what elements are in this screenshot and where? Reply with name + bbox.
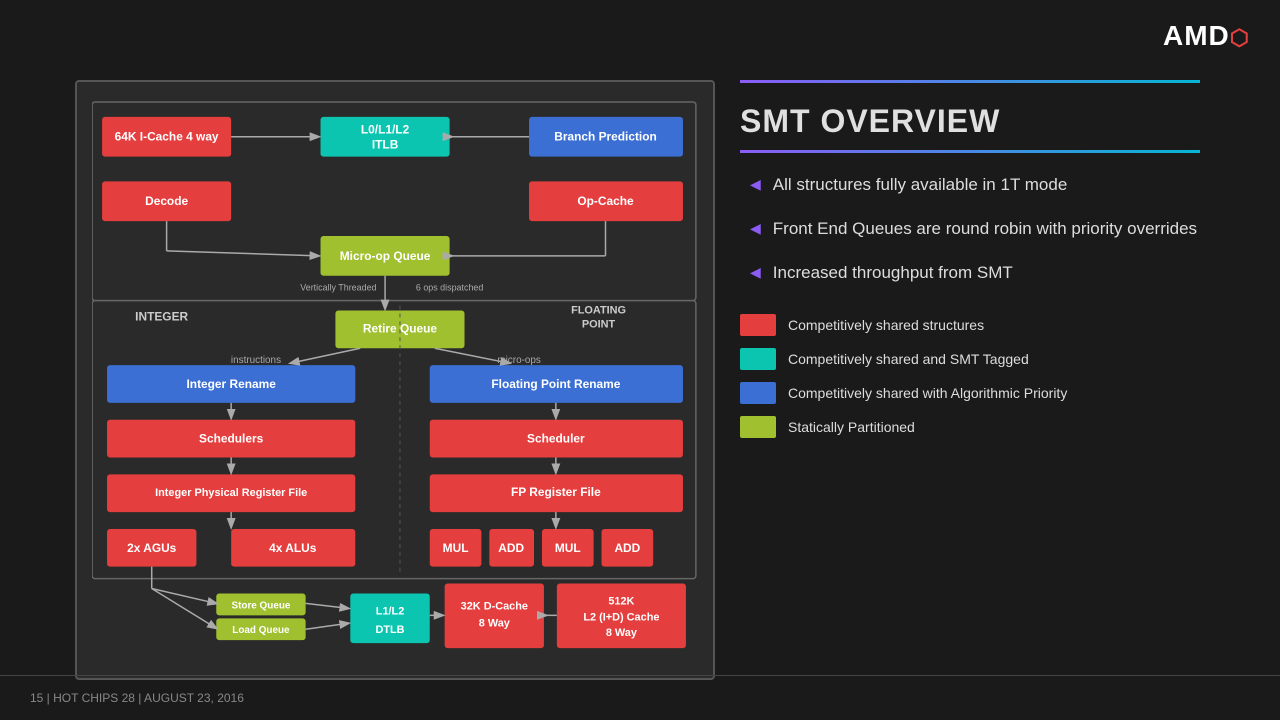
load-queue-label: Load Queue [232,625,290,636]
fp-regfile-label: FP Register File [511,485,601,499]
footer-bar: 15 | HOT CHIPS 28 | AUGUST 23, 2016 [0,675,1280,720]
bullet-arrow-3: ◀ [750,263,761,283]
opcache-label: Op-Cache [577,194,634,208]
fp-section-label2: POINT [582,318,616,330]
store-queue-label: Store Queue [231,600,290,611]
legend-label-blue: Competitively shared with Algorithmic Pr… [788,385,1067,401]
l2cache-label2: L2 (I+D) Cache [583,611,659,623]
icache-label: 64K I-Cache 4 way [115,130,219,144]
fp-section-label: FLOATING [571,304,626,316]
int-regfile-label: Integer Physical Register File [155,487,307,499]
itlb-label2: ITLB [372,138,399,152]
schedulers-label: Schedulers [199,432,264,446]
add2-label: ADD [614,541,640,555]
diagram-panel: 64K I-Cache 4 way L0/L1/L2 ITLB Branch P… [75,80,715,680]
dtlb-label: L1/L2 [376,605,405,617]
title-underline [740,150,1200,153]
l2cache-label3: 8 Way [606,627,637,639]
mul1-label: MUL [443,541,469,555]
architecture-diagram: 64K I-Cache 4 way L0/L1/L2 ITLB Branch P… [92,97,698,663]
section-title: SMT OVERVIEW [740,103,1250,140]
integer-section-label: INTEGER [135,309,188,323]
itlb-label: L0/L1/L2 [361,123,410,137]
legend: Competitively shared structures Competit… [740,314,1250,438]
legend-box-red [740,314,776,336]
dcache-label: 32K D-Cache [461,600,528,612]
legend-box-teal [740,348,776,370]
bullet-text-2: Front End Queues are round robin with pr… [773,217,1197,241]
l2cache-label: 512K [608,595,634,607]
right-panel: SMT OVERVIEW ◀ All structures fully avai… [740,80,1250,450]
int-rename-label: Integer Rename [186,377,276,391]
amd-logo: AMD⬡ [1163,20,1250,52]
bullet-item-2: ◀ Front End Queues are round robin with … [750,217,1250,241]
branch-label: Branch Prediction [554,130,657,144]
legend-box-green [740,416,776,438]
ops-dispatched-label: 6 ops dispatched [416,283,483,293]
legend-label-teal: Competitively shared and SMT Tagged [788,351,1029,367]
mul2-label: MUL [555,541,581,555]
legend-item-teal: Competitively shared and SMT Tagged [740,348,1250,370]
dtlb-label2: DTLB [375,624,404,636]
footer-text: 15 | HOT CHIPS 28 | AUGUST 23, 2016 [30,691,244,705]
microopq-label: Micro-op Queue [340,249,431,263]
legend-item-green: Statically Partitioned [740,416,1250,438]
legend-item-red: Competitively shared structures [740,314,1250,336]
bullet-list: ◀ All structures fully available in 1T m… [750,173,1250,284]
legend-label-green: Statically Partitioned [788,419,915,435]
fp-scheduler-label: Scheduler [527,432,585,446]
bullet-text-3: Increased throughput from SMT [773,261,1013,285]
legend-box-blue [740,382,776,404]
vertically-threaded-label: Vertically Threaded [300,283,376,293]
bullet-text-1: All structures fully available in 1T mod… [773,173,1068,197]
bullet-item-1: ◀ All structures fully available in 1T m… [750,173,1250,197]
title-decorative-line [740,80,1200,83]
microops-label: micro-ops [497,355,541,366]
agus-label: 2x AGUs [127,541,177,555]
bullet-arrow-2: ◀ [750,219,761,239]
decode-label: Decode [145,194,188,208]
bullet-item-3: ◀ Increased throughput from SMT [750,261,1250,285]
add1-label: ADD [498,541,524,555]
legend-item-blue: Competitively shared with Algorithmic Pr… [740,382,1250,404]
alus-label: 4x ALUs [269,541,317,555]
legend-label-red: Competitively shared structures [788,317,984,333]
bullet-arrow-1: ◀ [750,175,761,195]
fp-rename-label: Floating Point Rename [491,377,620,391]
dcache-label2: 8 Way [479,617,510,629]
instructions-label: instructions [231,355,281,366]
